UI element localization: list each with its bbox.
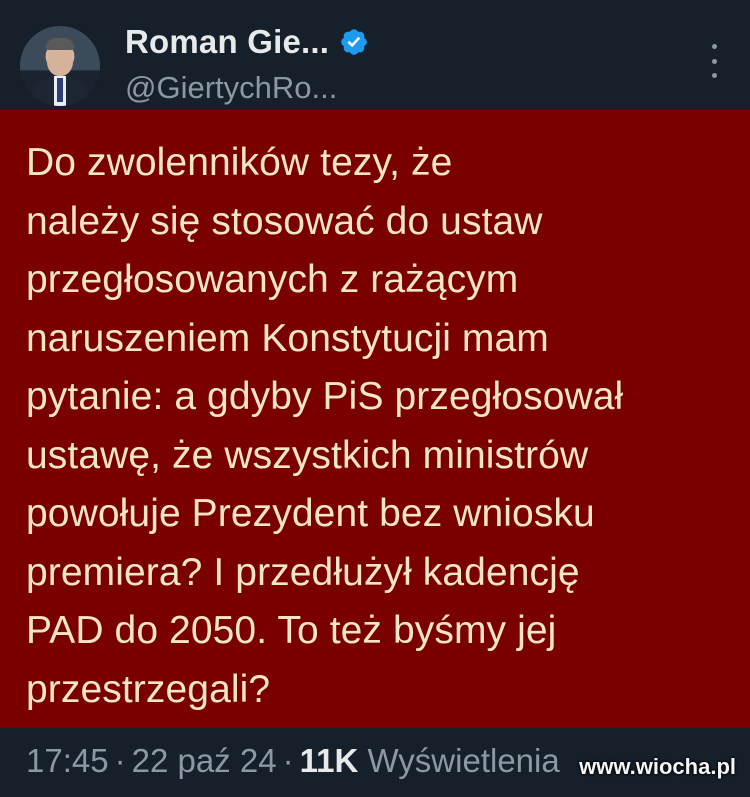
- tweet-time[interactable]: 17:45: [26, 742, 109, 779]
- author-display-name[interactable]: Roman Gie...: [125, 23, 329, 61]
- views-count: 11K: [299, 742, 359, 779]
- more-dot: [711, 58, 717, 64]
- tweet-meta: 17:45 · 22 paź 24 · 11K Wyświetlenia: [26, 742, 560, 780]
- avatar-tie: [57, 78, 63, 102]
- tweet-footer: 17:45 · 22 paź 24 · 11K Wyświetlenia www.wio…: [0, 728, 750, 797]
- more-options-icon[interactable]: [704, 44, 724, 78]
- watermark: www.wiocha.pl: [579, 754, 736, 779]
- avatar-hair: [46, 38, 74, 50]
- tweet-body: Do zwolenników tezy, że należy się stoso…: [0, 110, 750, 728]
- verified-badge-icon: [341, 29, 367, 55]
- tweet-header: Roman Gie... @GiertychRo...: [0, 0, 750, 110]
- tweet-date[interactable]: 22 paź 24: [132, 742, 277, 779]
- avatar[interactable]: [20, 26, 100, 106]
- author-handle[interactable]: @GiertychRo...: [125, 70, 337, 106]
- views-label: Wyświetlenia: [367, 742, 560, 779]
- tweet-screenshot: Roman Gie... @GiertychRo... Do zwolennik…: [0, 0, 750, 797]
- meta-separator: ·: [114, 742, 126, 779]
- more-dot: [711, 73, 717, 78]
- author-name-row[interactable]: Roman Gie...: [125, 22, 369, 62]
- tweet-text: Do zwolenników tezy, że należy się stoso…: [26, 141, 624, 711]
- meta-separator: ·: [282, 742, 294, 779]
- more-dot: [711, 44, 717, 49]
